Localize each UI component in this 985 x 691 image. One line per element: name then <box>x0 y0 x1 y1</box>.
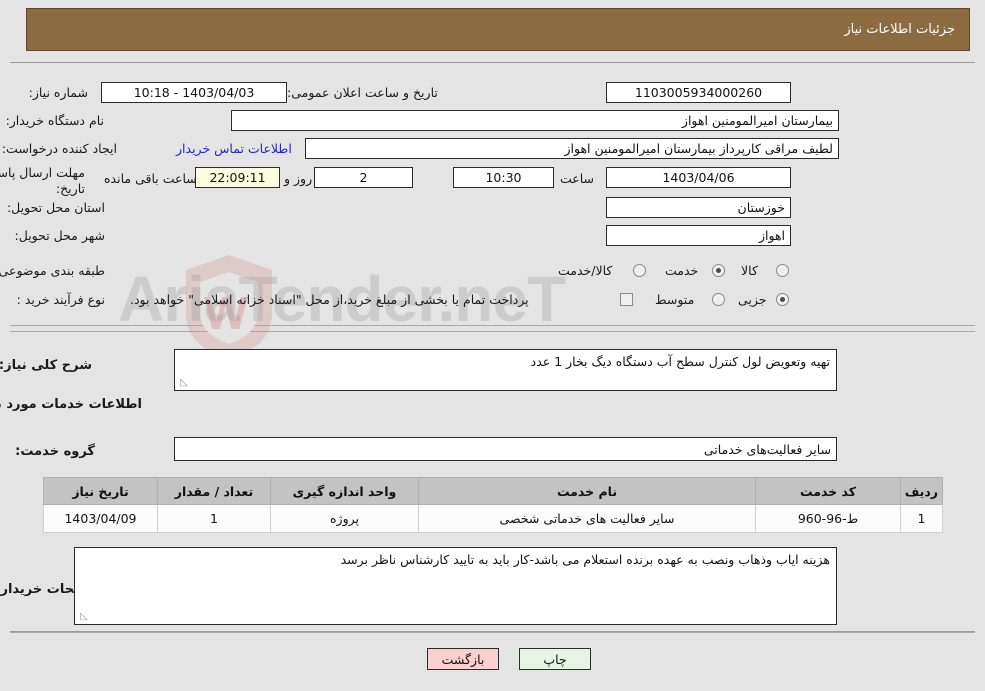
service-group-label: گروه خدمت: <box>15 444 95 459</box>
radio-category-kala[interactable] <box>776 264 789 277</box>
page-root: W AriaTender.neT جزئیات اطلاعات نیاز شما… <box>0 0 985 691</box>
radio-purchase-motevaset[interactable] <box>712 293 725 306</box>
th-need-date: تاریخ نیاز <box>43 477 158 505</box>
deadline-days: 2 <box>314 167 413 188</box>
description-label: شرح کلی نیاز: <box>0 358 92 373</box>
need-number-value: 1103005934000260 <box>606 82 791 103</box>
radio-category-kala-label: کالا <box>741 263 758 278</box>
deadline-countdown-label: ساعت باقی مانده <box>104 171 197 186</box>
deadline-days-label: روز و <box>284 171 313 186</box>
buyer-notes-textarea[interactable]: هزینه ایاب وذهاب ونصب به عهده برنده استع… <box>74 547 837 625</box>
th-service-code: کد خدمت <box>755 477 901 505</box>
radio-category-kala-khadamat[interactable] <box>633 264 646 277</box>
services-table: ردیف کد خدمت نام خدمت واحد اندازه گیری ت… <box>43 477 943 533</box>
treasury-note-text: پرداخت تمام یا بخشی از مبلغ خرید،از محل … <box>130 292 529 307</box>
radio-purchase-motevaset-label: متوسط <box>655 292 695 307</box>
back-button[interactable]: بازگشت <box>427 648 499 670</box>
cell-need-date: 1403/04/09 <box>43 504 158 533</box>
province-label: استان محل تحویل: <box>6 200 105 215</box>
th-quantity: تعداد / مقدار <box>157 477 271 505</box>
cell-service-code: ط-96-960 <box>755 504 901 533</box>
request-creator-label: ایجاد کننده درخواست: <box>1 141 117 156</box>
announce-datetime-label: تاریخ و ساعت اعلان عمومی: <box>287 85 438 100</box>
cell-unit: پروژه <box>270 504 419 533</box>
deadline-countdown: 22:09:11 <box>195 167 280 188</box>
province-value: خوزستان <box>606 197 791 218</box>
buyer-notes-value: هزینه ایاب وذهاب ونصب به عهده برنده استع… <box>340 552 830 567</box>
divider-bottom <box>10 632 975 633</box>
deadline-label-line2: تاریخ: <box>55 181 85 196</box>
city-value: اهواز <box>606 225 791 246</box>
table-header-row: ردیف کد خدمت نام خدمت واحد اندازه گیری ت… <box>43 477 943 505</box>
description-textarea[interactable]: تهیه وتعویض لول کنترل سطح آب دستگاه دیگ … <box>174 349 837 391</box>
buyer-org-value: بیمارستان امیرالمومنین اهواز <box>231 110 839 131</box>
th-service-name: نام خدمت <box>418 477 756 505</box>
checkbox-treasury-note[interactable] <box>620 293 633 306</box>
deadline-time: 10:30 <box>453 167 554 188</box>
th-unit: واحد اندازه گیری <box>270 477 419 505</box>
radio-purchase-jozee[interactable] <box>776 293 789 306</box>
buyer-contact-link[interactable]: اطلاعات تماس خریدار <box>176 141 292 156</box>
cell-service-name: سایر فعالیت های خدماتی شخصی <box>418 504 756 533</box>
resize-grip-icon-2[interactable]: ◺ <box>78 612 88 622</box>
deadline-date: 1403/04/06 <box>606 167 791 188</box>
services-heading: اطلاعات خدمات مورد نیاز <box>0 397 142 412</box>
announce-datetime-value: 1403/04/03 - 10:18 <box>101 82 287 103</box>
deadline-time-label: ساعت <box>560 171 595 186</box>
page-title: جزئیات اطلاعات نیاز <box>26 8 970 51</box>
city-label: شهر محل تحویل: <box>14 228 105 243</box>
resize-grip-icon[interactable]: ◺ <box>178 378 188 388</box>
radio-category-khadamat-label: خدمت <box>665 263 699 278</box>
radio-purchase-jozee-label: جزیی <box>738 292 767 307</box>
cell-quantity: 1 <box>157 504 271 533</box>
need-number-label: شماره نیاز: <box>28 85 88 100</box>
radio-category-kala-khadamat-label: کالا/خدمت <box>558 263 613 278</box>
buyer-org-label: نام دستگاه خریدار: <box>5 113 104 128</box>
deadline-label-line1: مهلت ارسال پاسخ: تا <box>0 165 85 180</box>
divider-top-2 <box>10 331 975 332</box>
radio-category-khadamat[interactable] <box>712 264 725 277</box>
description-value: تهیه وتعویض لول کنترل سطح آب دستگاه دیگ … <box>530 354 830 369</box>
divider-top <box>10 325 975 326</box>
print-button[interactable]: چاپ <box>519 648 591 670</box>
service-group-value: سایر فعالیت‌های خدماتی <box>174 437 837 461</box>
request-creator-value: لطیف مراقی کارپرداز بیمارستان امیرالمومن… <box>305 138 839 159</box>
category-label: طبقه بندی موضوعی: <box>0 263 105 278</box>
th-row: ردیف <box>900 477 943 505</box>
table-row: 1 ط-96-960 سایر فعالیت های خدماتی شخصی پ… <box>43 504 943 533</box>
purchase-type-label: نوع فرآیند خرید : <box>16 292 105 307</box>
cell-row: 1 <box>900 504 943 533</box>
